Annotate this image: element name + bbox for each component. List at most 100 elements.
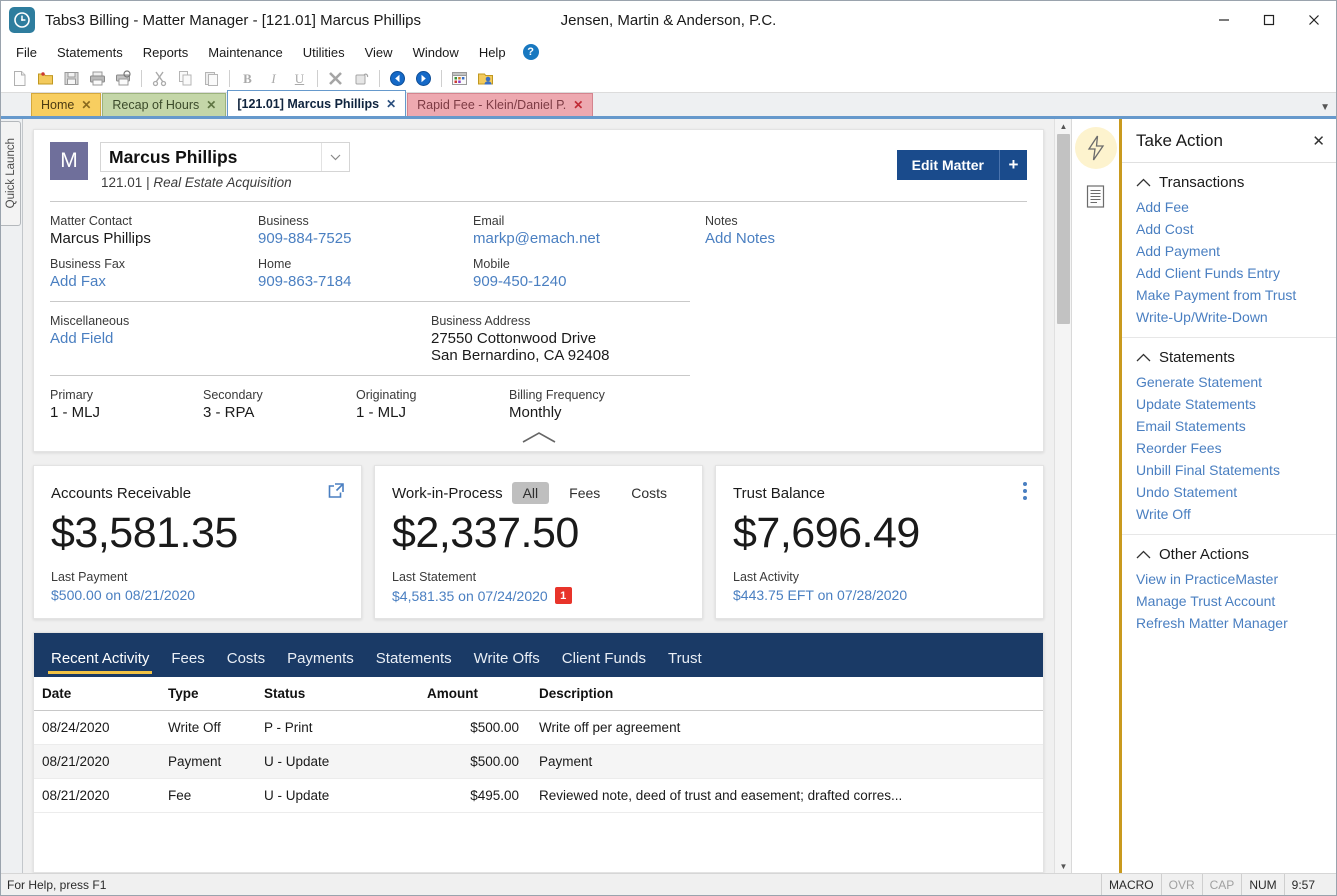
action-email-statements[interactable]: Email Statements — [1122, 415, 1336, 437]
delete-icon[interactable] — [323, 67, 348, 91]
field-value[interactable]: Add Field — [50, 330, 431, 347]
italic-icon[interactable]: I — [261, 67, 286, 91]
matter-selector[interactable]: Marcus Phillips — [100, 142, 350, 172]
group-header-transactions[interactable]: Transactions — [1122, 171, 1336, 196]
undo-delete-icon[interactable] — [349, 67, 374, 91]
group-header-other-actions[interactable]: Other Actions — [1122, 543, 1336, 568]
quick-launch-tab[interactable]: Quick Launch — [1, 121, 21, 226]
action-update-statements[interactable]: Update Statements — [1122, 393, 1336, 415]
tab-trust[interactable]: Trust — [657, 650, 713, 677]
open-folder-icon[interactable] — [33, 67, 58, 91]
group-header-statements[interactable]: Statements — [1122, 346, 1336, 371]
column-header-date[interactable]: Date — [34, 677, 162, 711]
tab-overflow-chevron-icon[interactable]: ▼ — [1320, 102, 1330, 113]
maximize-icon[interactable] — [1246, 1, 1291, 39]
field-value[interactable]: markp@emach.net — [473, 230, 705, 247]
menu-maintenance[interactable]: Maintenance — [199, 42, 291, 63]
doc-tab-close-icon[interactable]: ✕ — [206, 98, 216, 112]
close-icon[interactable] — [1291, 1, 1336, 39]
field-value[interactable]: 909-863-7184 — [258, 273, 473, 290]
add-matter-button[interactable]: + — [999, 150, 1027, 180]
contact-card-icon[interactable] — [473, 67, 498, 91]
action-reorder-fees[interactable]: Reorder Fees — [1122, 437, 1336, 459]
wip-filter-fees[interactable]: Fees — [558, 482, 611, 504]
save-icon[interactable] — [59, 67, 84, 91]
action-write-off[interactable]: Write Off — [1122, 503, 1336, 525]
resize-grip-icon[interactable] — [1322, 874, 1336, 895]
tab-statements[interactable]: Statements — [365, 650, 463, 677]
bold-icon[interactable]: B — [235, 67, 260, 91]
field-value[interactable]: Add Notes — [705, 230, 1027, 247]
doc-tab-rapid-fee[interactable]: Rapid Fee - Klein/Daniel P. ✕ — [407, 93, 593, 116]
action-refresh-matter-manager[interactable]: Refresh Matter Manager — [1122, 612, 1336, 634]
scrollbar-thumb[interactable] — [1057, 134, 1070, 324]
action-undo-statement[interactable]: Undo Statement — [1122, 481, 1336, 503]
scroll-up-arrow-icon[interactable]: ▲ — [1055, 119, 1072, 133]
tab-recent-activity[interactable]: Recent Activity — [40, 650, 160, 677]
tab-payments[interactable]: Payments — [276, 650, 365, 677]
content-scrollbar[interactable]: ▲ ▼ — [1054, 119, 1071, 873]
lightning-bolt-icon[interactable] — [1075, 127, 1117, 169]
column-header-status[interactable]: Status — [258, 677, 421, 711]
tab-client-funds[interactable]: Client Funds — [551, 650, 657, 677]
menu-window[interactable]: Window — [404, 42, 468, 63]
doc-tab-recap-of-hours[interactable]: Recap of Hours ✕ — [102, 93, 226, 116]
action-unbill-final-statements[interactable]: Unbill Final Statements — [1122, 459, 1336, 481]
calendar-icon[interactable] — [447, 67, 472, 91]
document-icon[interactable] — [1075, 175, 1117, 217]
paste-icon[interactable] — [199, 67, 224, 91]
menu-reports[interactable]: Reports — [134, 42, 198, 63]
edit-matter-button[interactable]: Edit Matter — [897, 150, 999, 180]
action-make-payment-from-trust[interactable]: Make Payment from Trust — [1122, 284, 1336, 306]
status-badge[interactable]: 1 — [555, 587, 572, 604]
action-manage-trust-account[interactable]: Manage Trust Account — [1122, 590, 1336, 612]
action-view-in-practicemaster[interactable]: View in PracticeMaster — [1122, 568, 1336, 590]
back-arrow-icon[interactable] — [385, 67, 410, 91]
column-header-description[interactable]: Description — [525, 677, 1043, 711]
tab-costs[interactable]: Costs — [216, 650, 276, 677]
action-write-up-write-down[interactable]: Write-Up/Write-Down — [1122, 306, 1336, 328]
print-preview-icon[interactable] — [111, 67, 136, 91]
action-add-payment[interactable]: Add Payment — [1122, 240, 1336, 262]
column-header-amount[interactable]: Amount — [421, 677, 525, 711]
doc-tab-marcus-phillips[interactable]: [121.01] Marcus Phillips ✕ — [227, 90, 406, 116]
menu-help[interactable]: Help — [470, 42, 515, 63]
column-header-type[interactable]: Type — [162, 677, 258, 711]
table-row[interactable]: 08/21/2020 Payment U - Update $500.00 Pa… — [34, 745, 1043, 779]
action-add-cost[interactable]: Add Cost — [1122, 218, 1336, 240]
wip-filter-all[interactable]: All — [512, 482, 550, 504]
chevron-down-icon[interactable] — [321, 143, 349, 171]
doc-tab-close-icon[interactable]: ✕ — [81, 98, 91, 112]
action-generate-statement[interactable]: Generate Statement — [1122, 371, 1336, 393]
doc-tab-close-icon[interactable]: ✕ — [573, 98, 583, 112]
kebab-menu-icon[interactable] — [1023, 482, 1027, 500]
action-add-client-funds-entry[interactable]: Add Client Funds Entry — [1122, 262, 1336, 284]
forward-arrow-icon[interactable] — [411, 67, 436, 91]
print-icon[interactable] — [85, 67, 110, 91]
tab-write-offs[interactable]: Write Offs — [463, 650, 551, 677]
field-value[interactable]: 909-884-7525 — [258, 230, 473, 247]
wip-filter-costs[interactable]: Costs — [620, 482, 678, 504]
table-row[interactable]: 08/24/2020 Write Off P - Print $500.00 W… — [34, 711, 1043, 745]
action-add-fee[interactable]: Add Fee — [1122, 196, 1336, 218]
menu-file[interactable]: File — [7, 42, 46, 63]
scroll-down-arrow-icon[interactable]: ▼ — [1055, 859, 1072, 873]
doc-tab-home[interactable]: Home ✕ — [31, 93, 101, 116]
menu-utilities[interactable]: Utilities — [294, 42, 354, 63]
collapse-matter-card-button[interactable] — [50, 421, 1027, 451]
menu-view[interactable]: View — [356, 42, 402, 63]
cut-icon[interactable] — [147, 67, 172, 91]
minimize-icon[interactable] — [1201, 1, 1246, 39]
new-document-icon[interactable] — [7, 67, 32, 91]
card-sub-value[interactable]: $443.75 EFT on 07/28/2020 — [733, 587, 907, 603]
field-value[interactable]: Add Fax — [50, 273, 258, 290]
help-question-icon[interactable]: ? — [523, 44, 539, 60]
card-sub-value[interactable]: $500.00 on 08/21/2020 — [51, 587, 195, 603]
open-external-icon[interactable] — [328, 482, 345, 504]
close-icon[interactable]: ✕ — [1312, 132, 1325, 150]
card-sub-value[interactable]: $4,581.35 on 07/24/2020 — [392, 588, 548, 604]
doc-tab-close-icon[interactable]: ✕ — [386, 97, 396, 111]
field-value[interactable]: 909-450-1240 — [473, 273, 705, 290]
table-row[interactable]: 08/21/2020 Fee U - Update $495.00 Review… — [34, 779, 1043, 813]
tab-fees[interactable]: Fees — [160, 650, 215, 677]
